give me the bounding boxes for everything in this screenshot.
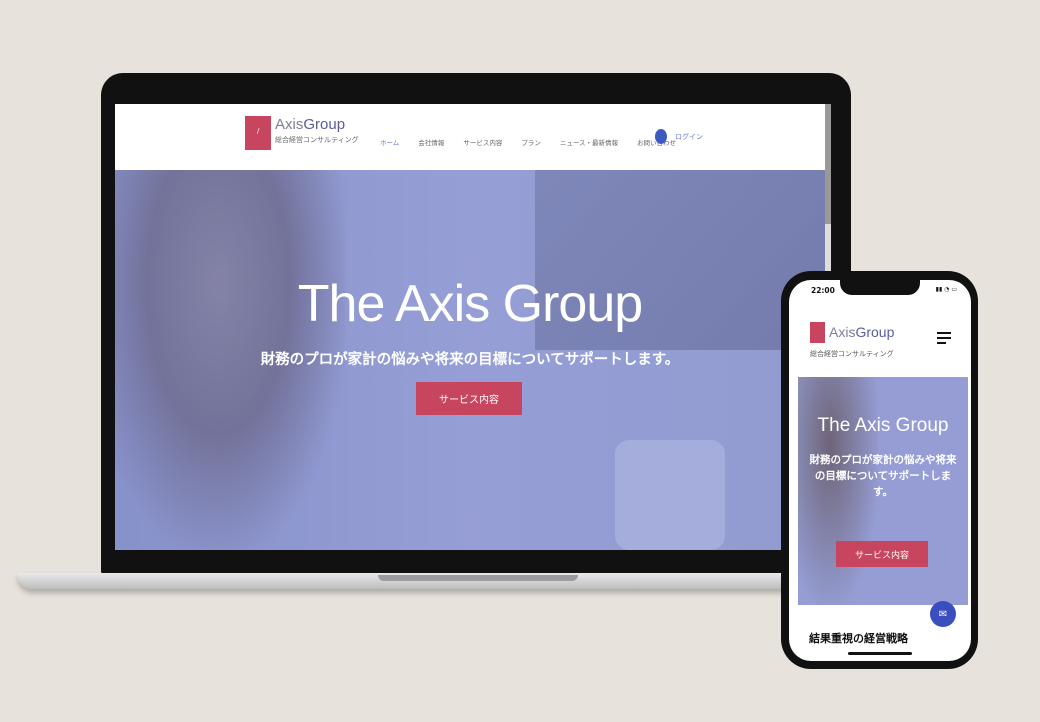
nav-item-plans[interactable]: プラン [521,137,541,147]
logo-mark: / [257,127,260,135]
status-time: 22:00 [811,286,835,295]
mobile-brand-part2: Group [855,324,895,340]
section-title: 結果重視の経営戦略 [809,632,908,645]
user-avatar-icon[interactable] [655,129,667,144]
mobile-brand-part1: Axis [829,324,856,340]
chat-icon[interactable]: ✉ [930,601,956,627]
mobile-brand-tagline: 総合経営コンサルティング [810,350,894,358]
mobile-hero-subtitle: 財務のプロが家計の悩みや将来の目標についてサポートします。 [809,454,957,498]
brand-part2: Group [303,116,346,133]
mobile-screen: 22:00 ▮▮ ◔ ▭ AxisGroup 総合経営コンサルティング The … [789,280,971,661]
mobile-services-button[interactable]: サービス内容 [836,541,928,567]
nav-item-news[interactable]: ニュース・最新情報 [560,137,618,147]
home-indicator[interactable] [848,652,912,655]
desktop-screen: / AxisGroup 総合経営コンサルティング ホーム 会社情報 サービス内容… [115,104,831,550]
nav-item-home[interactable]: ホーム [380,137,399,147]
brand-name[interactable]: AxisGroup [275,116,345,133]
login-link[interactable]: ログイン [675,132,703,142]
nav-item-services[interactable]: サービス内容 [463,137,502,147]
mobile-brand-name[interactable]: AxisGroup [829,324,894,340]
hero-section: The Axis Group 財務のプロが家計の悩みや将来の目標についてサポート… [115,170,825,550]
mobile-hero-title: The Axis Group [817,415,949,436]
mobile-logo-icon[interactable] [810,322,825,343]
status-icons: ▮▮ ◔ ▭ [935,286,957,293]
mobile-hero-section: The Axis Group 財務のプロが家計の悩みや将来の目標についてサポート… [798,377,968,605]
hero-subtitle: 財務のプロが家計の悩みや将来の目標についてサポートします。 [260,352,680,368]
laptop-notch [378,575,578,581]
hamburger-menu-icon[interactable] [937,332,951,344]
phone-notch [840,280,920,295]
brand-part1: Axis [275,116,304,133]
main-nav: ホーム 会社情報 サービス内容 プラン ニュース・最新情報 お問い合わせ [380,137,695,147]
hero-title: The Axis Group [297,275,643,333]
nav-item-company[interactable]: 会社情報 [418,137,444,147]
brand-tagline: 総合経営コンサルティング [275,136,359,144]
services-button[interactable]: サービス内容 [416,382,522,415]
site-header: / AxisGroup 総合経営コンサルティング ホーム 会社情報 サービス内容… [115,104,831,170]
scrollbar-thumb[interactable] [825,104,831,224]
